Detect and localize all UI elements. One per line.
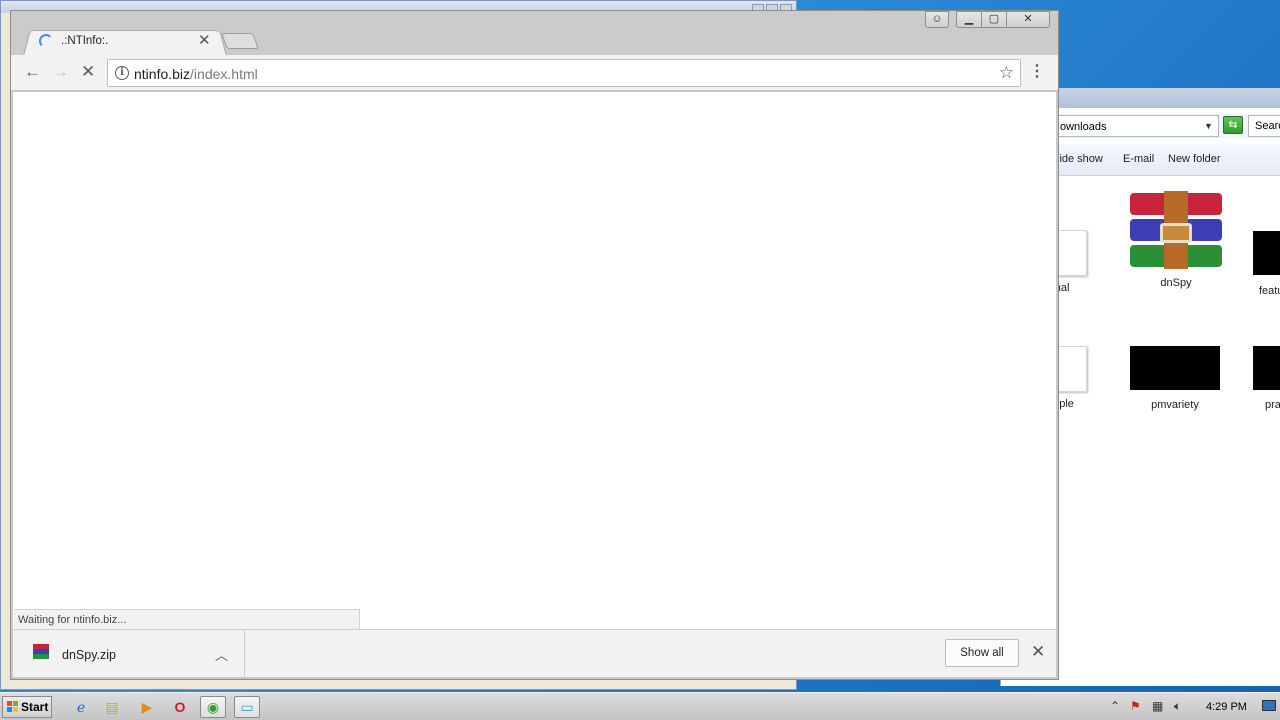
bookmark-star-icon[interactable]: ☆ [999, 63, 1014, 83]
minimize-button[interactable]: ▁ [956, 11, 982, 28]
explorer-address-text: ownloads [1060, 121, 1107, 133]
file-explorer-icon[interactable]: ▤ [99, 696, 125, 718]
file-thumbnail [1253, 346, 1280, 390]
system-tray: ⌃ ⚑ ▦ 🔈︎ [1104, 696, 1280, 718]
download-item[interactable]: dnSpy.zip ︿ [13, 630, 245, 678]
kebab-menu-icon[interactable]: ⋮ [1029, 63, 1045, 81]
clock[interactable]: 4:29 PM [1206, 701, 1247, 713]
stop-loading-icon[interactable]: ✕ [81, 63, 95, 81]
tab-active-content[interactable]: .:NTInfo:. ✕ [35, 30, 225, 54]
explorer-search-input[interactable]: Searc [1248, 115, 1280, 137]
tab-close-icon[interactable]: ✕ [198, 31, 211, 49]
email-button[interactable]: E-mail [1123, 153, 1154, 165]
refresh-icon: ⇆ [1228, 119, 1238, 131]
refresh-button[interactable]: ⇆ [1223, 116, 1243, 134]
browser-window: .:NTInfo:. ✕ ☺ ▁ ▢ ✕ ← → ✕ i ntinfo.biz/… [10, 10, 1059, 680]
address-bar[interactable]: i ntinfo.biz/index.html ☆ [107, 59, 1021, 87]
file-item[interactable]: pra [1241, 346, 1280, 411]
url-host: ntinfo.biz [134, 66, 191, 82]
status-bubble: Waiting for ntinfo.biz... [14, 609, 360, 629]
back-arrow-icon[interactable]: ← [24, 63, 41, 81]
opera-icon[interactable]: O [167, 696, 193, 718]
file-item[interactable]: pmvariety [1120, 346, 1230, 411]
window-controls: ☺ ▁ ▢ ✕ [925, 11, 1050, 28]
download-filename: dnSpy.zip [62, 648, 116, 662]
url-text: ntinfo.biz/index.html [134, 66, 258, 82]
file-item[interactable]: featu [1241, 231, 1280, 297]
winrar-archive-icon [1130, 191, 1222, 269]
action-center-icon[interactable]: ⚑ [1130, 699, 1141, 713]
file-item[interactable]: dnSpy [1121, 191, 1231, 289]
close-window-button[interactable]: ✕ [1006, 11, 1050, 28]
taskbar: Start ℯ ▤ ▶ O ◉ ▭ ⌃ ⚑ ▦ 🔈︎ 4:29 PM [0, 692, 1280, 720]
internet-explorer-icon[interactable]: ℯ [68, 696, 94, 718]
network-icon[interactable]: ▦ [1152, 699, 1163, 713]
new-folder-button[interactable]: New folder [1168, 153, 1221, 165]
windows-logo-icon [7, 701, 19, 713]
tray-expand-icon[interactable]: ⌃ [1110, 699, 1120, 713]
start-label: Start [21, 700, 49, 714]
anyrun-watermark: ANY▷RUN [1040, 619, 1270, 668]
user-profile-icon[interactable]: ☺ [925, 11, 949, 28]
forward-arrow-icon[interactable]: → [52, 63, 69, 81]
volume-icon[interactable]: 🔈︎ [1174, 699, 1181, 714]
chevron-up-icon[interactable]: ︿ [215, 645, 228, 664]
browser-toolbar: ← → ✕ i ntinfo.biz/index.html ☆ ⋮ [11, 55, 1058, 91]
new-tab-button[interactable] [221, 33, 259, 49]
slideshow-button[interactable]: lide show [1057, 153, 1103, 165]
file-label: pmvariety [1151, 399, 1199, 411]
url-path: /index.html [190, 66, 258, 82]
maximize-button[interactable]: ▢ [981, 11, 1007, 28]
app-window-icon[interactable]: ▭ [234, 696, 260, 718]
chevron-down-icon[interactable]: ▼ [1204, 121, 1213, 131]
tab-title: .:NTInfo:. [61, 35, 109, 47]
chrome-icon[interactable]: ◉ [200, 696, 226, 718]
show-all-button[interactable]: Show all [945, 639, 1019, 667]
file-thumbnail [1130, 346, 1220, 390]
file-label: featu [1259, 285, 1280, 297]
info-icon[interactable]: i [115, 66, 129, 80]
file-label: pra [1265, 399, 1280, 411]
file-thumbnail [1253, 231, 1280, 275]
winrar-file-icon [33, 644, 49, 660]
file-label: dnSpy [1160, 277, 1192, 289]
loading-spinner-icon [39, 34, 53, 48]
media-player-icon[interactable]: ▶ [134, 696, 160, 718]
start-button[interactable]: Start [2, 696, 52, 718]
show-desktop-icon[interactable] [1262, 700, 1276, 711]
download-shelf: dnSpy.zip ︿ Show all ✕ [13, 629, 1056, 678]
page-content [13, 92, 1056, 629]
close-icon[interactable]: ✕ [1031, 642, 1045, 662]
